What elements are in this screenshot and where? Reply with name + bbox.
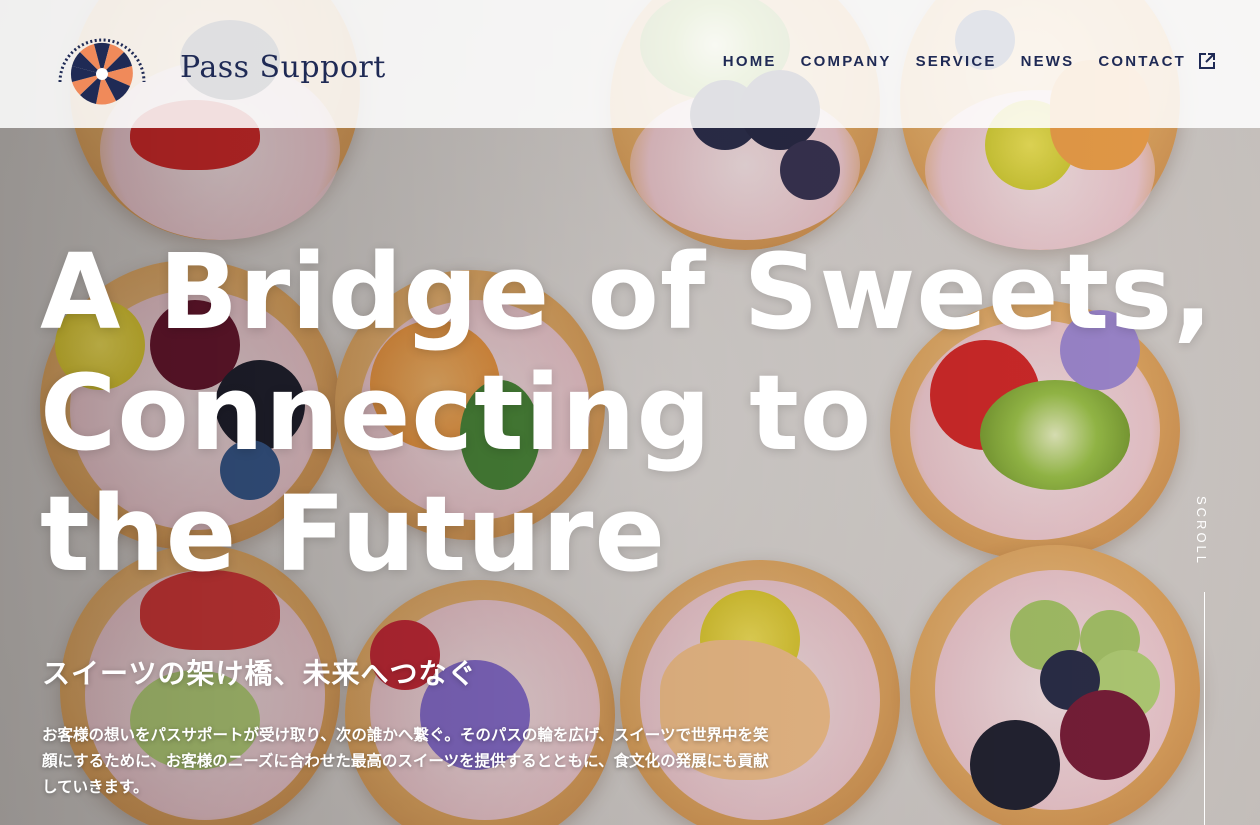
- hero-description: お客様の想いをパスサポートが受け取り、次の誰かへ繋ぐ。そのパスの輪を広げ、スイー…: [42, 726, 769, 796]
- sunburst-fan-logo[interactable]: [52, 22, 152, 108]
- nav-home[interactable]: HOME: [723, 53, 777, 70]
- brand-name[interactable]: Pass Support: [180, 50, 386, 85]
- nav-news[interactable]: NEWS: [1021, 53, 1075, 70]
- hero-headline-line-3: the Future: [40, 473, 666, 595]
- scroll-indicator-label[interactable]: SCROLL: [1194, 496, 1209, 566]
- hero-headline-line-2: Connecting to: [40, 352, 873, 474]
- hero-subheadline: スイーツの架け橋、未来へつなぐ: [42, 657, 477, 690]
- nav-company[interactable]: COMPANY: [801, 53, 892, 70]
- site-header: Pass Support HOME COMPANY SERVICE NEWS C…: [0, 0, 1260, 128]
- main-navigation: HOME COMPANY SERVICE NEWS CONTACT: [699, 52, 1216, 70]
- nav-contact[interactable]: CONTACT: [1098, 52, 1216, 70]
- hero-headline-line-1: A Bridge of Sweets,: [40, 231, 1214, 353]
- external-link-icon: [1198, 52, 1216, 70]
- nav-service[interactable]: SERVICE: [916, 53, 997, 70]
- scroll-indicator-line: [1204, 592, 1205, 825]
- nav-contact-label: CONTACT: [1098, 52, 1186, 70]
- hero-headline: A Bridge of Sweets, Connecting to the Fu…: [40, 232, 1214, 595]
